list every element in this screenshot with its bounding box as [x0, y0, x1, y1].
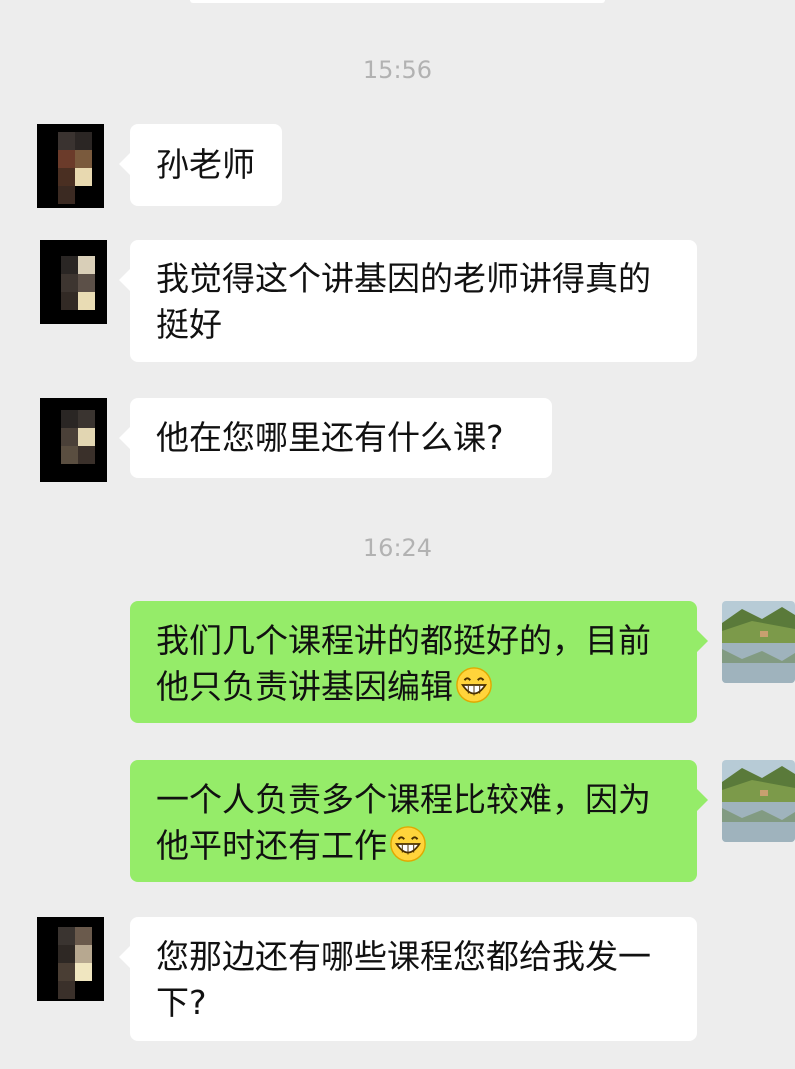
message-text: 孙老师: [156, 145, 255, 184]
landscape-avatar-icon: [722, 601, 795, 683]
message-bubble-outgoing[interactable]: 一个人负责多个课程比较难，因为 他平时还有工作: [130, 760, 708, 882]
message-text-line: 我们几个课程讲的都挺好的，目前: [156, 621, 651, 660]
contact-avatar[interactable]: [37, 124, 104, 208]
timestamp: 16:24: [362, 534, 433, 562]
message-text-line: 一个人负责多个课程比较难，因为: [156, 780, 651, 819]
grinning-face-emoji-icon: [390, 826, 426, 862]
message-text-line: 我觉得这个讲基因的老师讲得真的: [156, 259, 651, 298]
landscape-avatar-icon: [722, 760, 795, 842]
self-avatar[interactable]: [722, 760, 795, 842]
contact-avatar[interactable]: [37, 917, 104, 1001]
timestamp: 15:56: [362, 56, 433, 84]
contact-avatar[interactable]: [40, 398, 107, 482]
message-text-line: 他平时还有工作: [156, 826, 387, 865]
message-bubble-outgoing[interactable]: 我们几个课程讲的都挺好的，目前 他只负责讲基因编辑: [130, 601, 708, 723]
message-text: 他在您哪里还有什么课?: [156, 418, 504, 457]
message-bubble-incoming[interactable]: 您那边还有哪些课程您都给我发一 下?: [119, 917, 697, 1041]
message-bubble-incoming[interactable]: 我觉得这个讲基因的老师讲得真的 挺好: [119, 240, 697, 362]
message-bubble-incoming[interactable]: 孙老师: [119, 124, 282, 206]
message-text-line: 您那边还有哪些课程您都给我发一: [156, 937, 651, 976]
message-text-line: 下?: [156, 983, 207, 1022]
message-bubble-incoming[interactable]: 他在您哪里还有什么课?: [119, 398, 552, 478]
message-text-line: 挺好: [156, 305, 222, 344]
contact-avatar[interactable]: [40, 240, 107, 324]
self-avatar[interactable]: [722, 601, 795, 683]
grinning-face-emoji-icon: [456, 667, 492, 703]
message-text-line: 他只负责讲基因编辑: [156, 667, 453, 706]
previous-message-edge: [190, 0, 605, 3]
